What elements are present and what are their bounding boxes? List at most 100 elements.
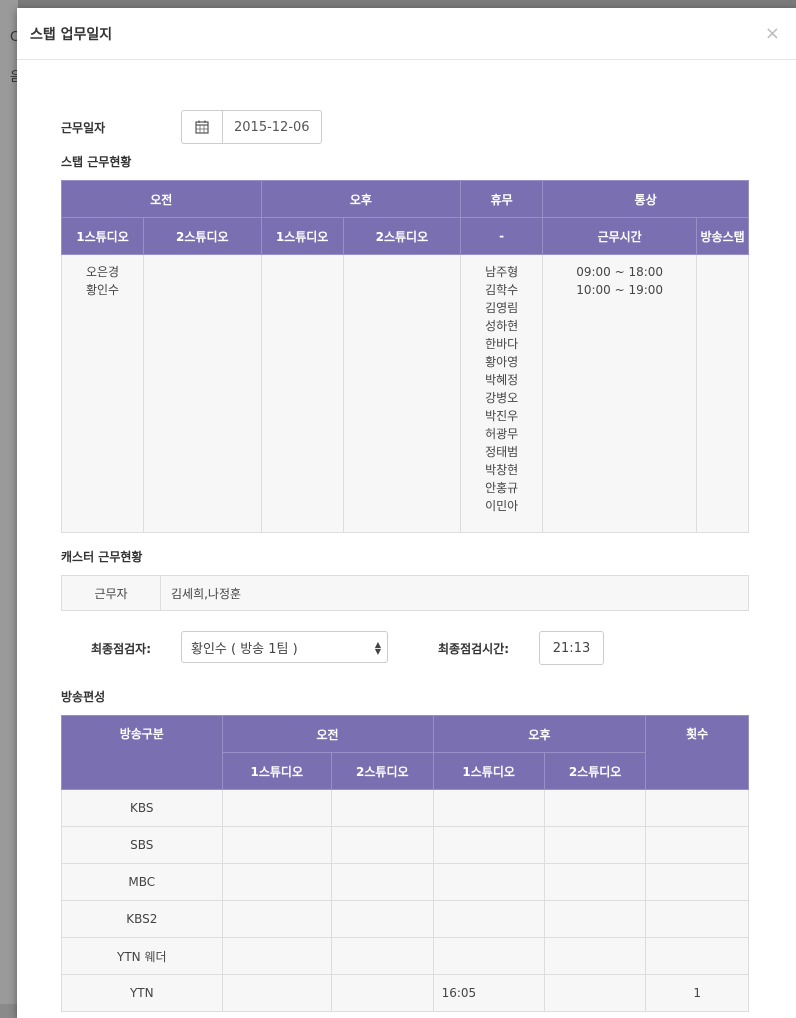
th-broadcast-staff: 방송스탭 (696, 217, 749, 255)
th-am-studio2: 2스튜디오 (143, 217, 262, 255)
table-row: KBS2 (61, 900, 749, 938)
table-row: SBS (61, 826, 749, 864)
th-am-studio1: 1스튜디오 (61, 217, 144, 255)
th-pm-studio2: 2스튜디오 (342, 217, 462, 255)
row-pm2 (543, 900, 647, 938)
modal-title: 스탭 업무일지 (30, 27, 113, 43)
row-am1 (221, 789, 332, 827)
row-pm1 (432, 826, 545, 864)
row-name: MBC (61, 863, 223, 901)
th-bc-pm-studio1: 1스튜디오 (432, 752, 545, 790)
row-pm2 (543, 789, 647, 827)
staff-name: 한바다 (485, 337, 519, 351)
row-count (645, 826, 749, 864)
th-bc-am: 오전 (221, 715, 434, 753)
staff-name: 남주형 (485, 265, 519, 279)
row-pm2 (543, 826, 647, 864)
staff-log-modal: 스탭 업무일지 × 근무일자 2015-12-06 스탭 근무현황 오전 오후 … (17, 8, 796, 1018)
th-off-dash: - (460, 217, 544, 255)
staff-table: 오전 오후 휴무 통상 1스튜디오 2스튜디오 1스튜디오 2스튜디오 - 근무… (61, 180, 749, 533)
row-am1 (221, 974, 332, 1012)
th-category: 방송구분 (61, 715, 223, 790)
row-am2 (330, 789, 434, 827)
th-off: 휴무 (460, 180, 544, 218)
staff-name: 안홍규 (485, 481, 519, 495)
th-bc-pm-studio2: 2스튜디오 (543, 752, 647, 790)
cell-off: 남주형 김학수 김영림 성하현 한바다 황아영 박혜정 강병오 박진우 허광무 … (460, 254, 544, 533)
caster-row: 근무자 김세희,나정훈 (61, 575, 749, 611)
inspection-time-label: 최종점검시간: (438, 642, 510, 656)
cell-pm-studio1 (260, 254, 344, 533)
row-am1 (221, 826, 332, 864)
cell-work-hours: 09:00 ~ 18:00 10:00 ~ 19:00 (542, 254, 698, 533)
row-pm2 (543, 974, 647, 1012)
inspector-value: 황인수 ( 방송 1팀 ) (191, 641, 298, 657)
staff-name: 오은경 (85, 265, 120, 279)
th-am: 오전 (61, 180, 262, 218)
th-work-hours: 근무시간 (542, 217, 698, 255)
work-date-label: 근무일자 (61, 121, 106, 135)
row-am2 (330, 974, 434, 1012)
inspector-select[interactable]: 황인수 ( 방송 1팀 ) ▲ ▼ (181, 631, 388, 663)
row-pm1 (432, 900, 545, 938)
work-date-field[interactable]: 2015-12-06 (181, 110, 322, 144)
row-am2 (330, 826, 434, 864)
staff-name: 황인수 (85, 283, 120, 297)
staff-name: 성하현 (485, 319, 519, 333)
work-date-value[interactable]: 2015-12-06 (223, 111, 321, 143)
row-name: KBS (61, 789, 223, 827)
th-bc-am-studio2: 2스튜디오 (330, 752, 434, 790)
close-button[interactable]: × (765, 23, 780, 44)
inspection-time-field[interactable]: 21:13 (539, 631, 604, 665)
staff-name: 김학수 (485, 283, 519, 297)
table-row: KBS (61, 789, 749, 827)
row-am1 (221, 937, 332, 975)
row-name: KBS2 (61, 900, 223, 938)
caster-value: 김세희,나정훈 (171, 586, 242, 601)
staff-name: 김영림 (485, 301, 519, 315)
row-am2 (330, 900, 434, 938)
inspector-label: 최종점검자: (91, 642, 151, 656)
calendar-icon[interactable] (182, 111, 223, 143)
row-am2 (330, 863, 434, 901)
table-row: YTN 16:05 1 (61, 974, 749, 1012)
background-page-fragment: C 음 (0, 0, 22, 1004)
staff-name: 강병오 (485, 391, 519, 405)
row-count (645, 789, 749, 827)
table-row: YTN 웨더 (61, 937, 749, 975)
row-count (645, 863, 749, 901)
broadcast-section-title: 방송편성 (61, 690, 106, 704)
caster-section-title: 캐스터 근무현황 (61, 550, 143, 564)
table-row: MBC (61, 863, 749, 901)
cell-pm-studio2 (342, 254, 462, 533)
staff-name: 박혜정 (485, 373, 519, 387)
staff-name: 허광무 (485, 427, 519, 441)
row-pm2 (543, 863, 647, 901)
th-bc-am-studio1: 1스튜디오 (221, 752, 332, 790)
row-am1 (221, 863, 332, 901)
staff-name: 박창현 (485, 463, 519, 477)
row-pm1: 16:05 (432, 974, 545, 1012)
cell-am-studio1: 오은경 황인수 (61, 254, 144, 533)
row-pm1 (432, 789, 545, 827)
row-name: SBS (61, 826, 223, 864)
staff-section-title: 스탭 근무현황 (61, 155, 132, 169)
work-hours-entry: 10:00 ~ 19:00 (576, 283, 664, 297)
th-count: 횟수 (645, 715, 749, 790)
th-regular: 통상 (542, 180, 749, 218)
broadcast-table: 방송구분 오전 오후 횟수 1스튜디오 2스튜디오 1스튜디오 2스튜디오 KB… (61, 715, 749, 1012)
cell-am-studio2 (143, 254, 262, 533)
row-am2 (330, 937, 434, 975)
row-pm2 (543, 937, 647, 975)
row-pm1 (432, 863, 545, 901)
th-bc-pm: 오후 (432, 715, 647, 753)
row-name: YTN 웨더 (61, 937, 223, 975)
staff-name: 황아영 (485, 355, 519, 369)
staff-name: 정태범 (485, 445, 519, 459)
staff-name: 박진우 (485, 409, 519, 423)
th-pm: 오후 (260, 180, 462, 218)
select-arrows-icon: ▲ ▼ (374, 640, 381, 656)
staff-name: 이민아 (485, 499, 519, 513)
modal-header: 스탭 업무일지 × (17, 8, 796, 60)
work-hours-entry: 09:00 ~ 18:00 (576, 265, 664, 279)
